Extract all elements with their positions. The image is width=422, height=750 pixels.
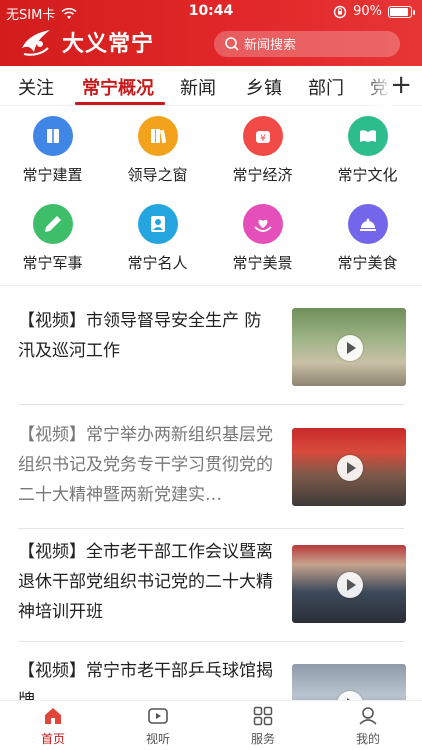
book-icon (32, 116, 73, 156)
play-icon (337, 572, 363, 598)
app-name: 大义常宁 (62, 32, 155, 57)
category-item[interactable]: 常宁美食 (315, 204, 420, 273)
play-icon (337, 455, 363, 481)
logo-icon (22, 30, 50, 56)
svg-text:¥: ¥ (260, 134, 266, 144)
battery-icon (388, 5, 415, 18)
nav-home[interactable]: 首页 (18, 705, 88, 747)
active-tab-indicator (75, 102, 165, 105)
pen-icon (32, 204, 73, 244)
nav-profile[interactable]: 我的 (333, 705, 403, 747)
search-icon (225, 37, 239, 51)
channel-tabs: 关注 常宁概况 新闻 乡镇 部门 党 + (0, 66, 422, 106)
home-icon (45, 708, 61, 724)
brand: 大义常宁 (18, 26, 154, 58)
add-channel-button[interactable]: + (390, 70, 412, 100)
category-item[interactable]: ¥ 常宁经济 (210, 116, 315, 185)
category-item[interactable]: 常宁美景 (210, 204, 315, 273)
news-thumbnail[interactable] (292, 545, 406, 623)
tab-news[interactable]: 新闻 (180, 74, 216, 100)
divider (0, 285, 422, 286)
user-icon (359, 707, 377, 725)
battery-percent: 90% (353, 4, 382, 19)
open-book-icon (347, 116, 388, 156)
tab-departments[interactable]: 部门 (308, 74, 344, 100)
category-grid: 常宁建置 领导之窗 ¥ 常宁经济 常宁文化 常宁军事 常宁名人 常宁美景 常宁美… (0, 108, 422, 284)
nav-services[interactable]: 服务 (228, 705, 298, 747)
category-item[interactable]: 常宁军事 (0, 204, 105, 273)
news-thumbnail[interactable] (292, 664, 406, 700)
news-title[interactable]: 【视频】常宁举办两新组织基层党组织书记及党务专干学习贯彻党的二十大精神暨两新党建… (18, 420, 278, 510)
tab-towns[interactable]: 乡镇 (246, 74, 282, 100)
news-title[interactable]: 【视频】市领导督导安全生产 防汛及巡河工作 (18, 306, 278, 366)
play-icon (337, 691, 363, 700)
money-icon: ¥ (242, 116, 283, 156)
news-thumbnail[interactable] (292, 308, 406, 386)
bottom-nav: 首页 视听 服务 我的 (0, 700, 422, 750)
category-item[interactable]: 常宁文化 (315, 116, 420, 185)
news-title[interactable]: 【视频】常宁市老干部乒乓球馆揭牌 (18, 656, 278, 700)
heart-hands-icon (242, 204, 283, 244)
category-item[interactable]: 常宁名人 (105, 204, 210, 273)
cloche-icon (347, 204, 388, 244)
app-header: 无SIM卡 10:44 90% 大义常宁 (0, 0, 422, 66)
news-item[interactable]: 【视频】常宁市老干部乒乓球馆揭牌 (0, 656, 422, 700)
tab-follow[interactable]: 关注 (18, 74, 54, 100)
category-item[interactable]: 领导之窗 (105, 116, 210, 185)
nav-video[interactable]: 视听 (123, 705, 193, 747)
books-icon (137, 116, 178, 156)
search-input[interactable] (244, 36, 394, 52)
tab-overview[interactable]: 常宁概况 (82, 74, 154, 100)
status-bar: 无SIM卡 10:44 90% (0, 0, 422, 23)
play-icon (337, 335, 363, 361)
video-icon (148, 708, 168, 724)
search-box[interactable] (214, 31, 400, 57)
orientation-lock-icon (333, 5, 347, 18)
profile-icon (137, 204, 178, 244)
grid-icon (253, 706, 273, 726)
category-item[interactable]: 常宁建置 (0, 116, 105, 185)
news-title[interactable]: 【视频】全市老干部工作会议暨离退休干部党组织书记党的二十大精神培训开班 (18, 537, 278, 627)
news-thumbnail[interactable] (292, 428, 406, 506)
